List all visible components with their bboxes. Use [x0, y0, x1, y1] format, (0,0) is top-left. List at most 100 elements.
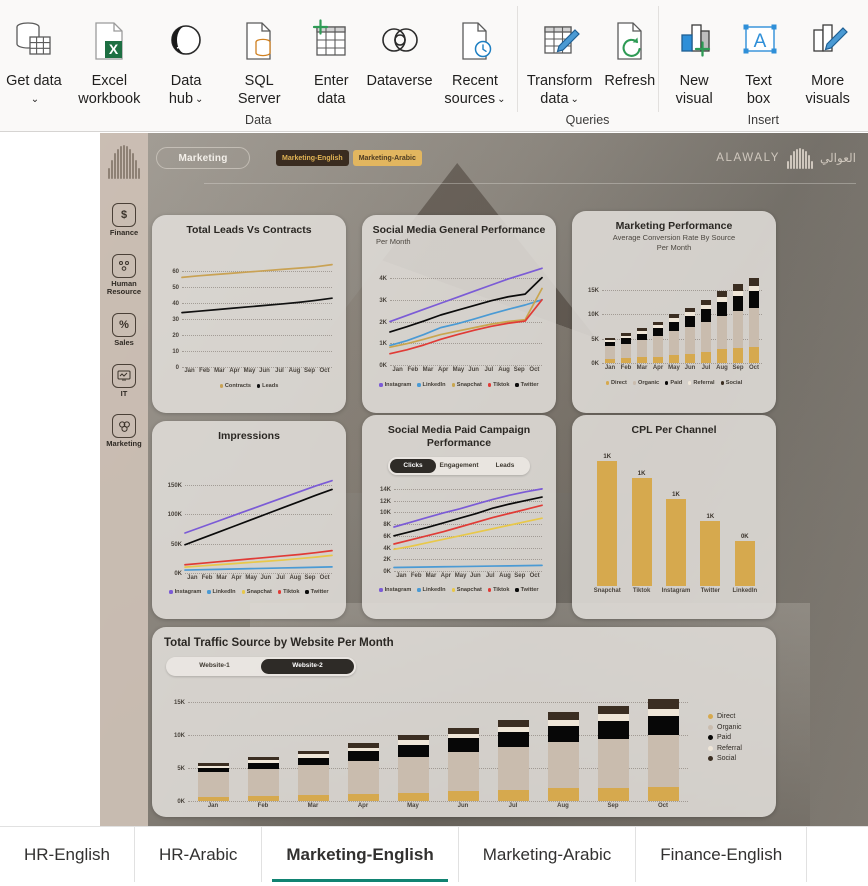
- card-social-media-paid-campaign[interactable]: Social Media Paid Campaign Performance C…: [362, 415, 556, 619]
- stacked-bar[interactable]: [397, 689, 429, 801]
- bar[interactable]: [700, 521, 721, 586]
- legend-item[interactable]: Twitter: [515, 587, 539, 593]
- sidebar-item-finance[interactable]: $ Finance: [101, 203, 147, 238]
- legend-item[interactable]: Twitter: [305, 589, 329, 595]
- sql-server-button[interactable]: SQL Server: [221, 8, 297, 111]
- legend-item[interactable]: Paid: [665, 380, 682, 386]
- legend-item[interactable]: Tiktok: [277, 589, 299, 595]
- bar[interactable]: [734, 541, 755, 586]
- sidebar-item-marketing[interactable]: Marketing: [101, 414, 147, 449]
- stacked-bar[interactable]: [497, 689, 529, 801]
- legend-item[interactable]: Instagram: [379, 587, 411, 593]
- tab-marketing-arabic[interactable]: Marketing-Arabic: [459, 827, 637, 882]
- segment-button[interactable]: Leads: [482, 459, 528, 473]
- legend-item[interactable]: Snapchat: [241, 589, 272, 595]
- bar-segment: [597, 787, 629, 801]
- sidebar-item-human-resource[interactable]: Human Resource: [101, 253, 147, 297]
- legend-item[interactable]: Contracts: [219, 383, 251, 389]
- bar[interactable]: [597, 461, 618, 586]
- new-visual-button[interactable]: New visual: [659, 8, 730, 111]
- report-header: Marketing Marketing-English Marketing-Ar…: [148, 133, 868, 195]
- legend-item[interactable]: Direct: [605, 380, 627, 386]
- transform-data-button[interactable]: Transform data ⌄: [517, 8, 601, 111]
- bar[interactable]: [666, 498, 686, 586]
- stacked-bar[interactable]: [447, 689, 479, 801]
- legend-item[interactable]: Tiktok: [487, 382, 509, 388]
- bar[interactable]: [631, 477, 652, 586]
- legend-item[interactable]: Leads: [256, 383, 278, 389]
- legend-item[interactable]: Referral: [688, 380, 715, 386]
- enter-data-button[interactable]: Enter data: [297, 8, 366, 111]
- legend-item[interactable]: LinkedIn: [207, 589, 236, 595]
- legend-item[interactable]: Referral: [708, 745, 742, 752]
- chevron-down-icon[interactable]: ⌄: [571, 94, 579, 107]
- stacked-bar[interactable]: [621, 273, 631, 363]
- paid-campaign-tab-group[interactable]: Clicks Engagement Leads: [388, 457, 530, 475]
- legend-item[interactable]: Snapchat: [451, 587, 482, 593]
- chevron-down-icon[interactable]: ⌄: [31, 94, 39, 107]
- recent-sources-button[interactable]: Recent sources ⌄: [433, 8, 516, 111]
- card-total-traffic-source[interactable]: Total Traffic Source by Website Per Mont…: [152, 627, 776, 817]
- tab-hr-english[interactable]: HR-English: [0, 827, 135, 882]
- segment-button[interactable]: Clicks: [390, 459, 436, 473]
- tab-finance-english[interactable]: Finance-English: [636, 827, 808, 882]
- data-hub-button[interactable]: Data hub ⌄: [151, 8, 222, 111]
- website-tab-group[interactable]: Website-1 Website-2: [166, 657, 356, 676]
- sidebar-item-sales[interactable]: % Sales: [101, 312, 147, 348]
- legend-item[interactable]: Snapchat: [451, 382, 482, 388]
- stacked-bar[interactable]: [297, 689, 329, 801]
- card-impressions[interactable]: Impressions 0K 50K 100K 150K Jan Feb Mar Apr Ma…: [152, 421, 346, 619]
- section-pill-marketing[interactable]: Marketing: [156, 147, 250, 169]
- refresh-button[interactable]: Refresh: [602, 8, 658, 92]
- legend-item[interactable]: Social: [708, 755, 742, 762]
- card-cpl-per-channel[interactable]: CPL Per Channel 1K 1K 1K 1K 0K Snapchat Tikto…: [572, 415, 776, 619]
- card-marketing-performance[interactable]: Marketing Performance Average Conversion…: [572, 211, 776, 413]
- tab-marketing-english[interactable]: Marketing-English: [262, 827, 459, 882]
- dataverse-button[interactable]: Dataverse: [366, 8, 434, 92]
- segment-button[interactable]: Engagement: [436, 459, 482, 473]
- sidebar-item-it[interactable]: IT: [101, 363, 147, 399]
- card-social-media-general-performance[interactable]: Social Media General Performance Per Mon…: [362, 215, 556, 413]
- text-box-button[interactable]: A Text box: [730, 8, 788, 111]
- stacked-bar[interactable]: [701, 273, 711, 363]
- stacked-bar[interactable]: [197, 689, 229, 801]
- legend-item[interactable]: LinkedIn: [417, 587, 446, 593]
- stacked-bar[interactable]: [647, 689, 679, 801]
- legend-item[interactable]: Tiktok: [487, 587, 509, 593]
- chevron-down-icon[interactable]: ⌄: [497, 94, 505, 107]
- card-total-leads-vs-contracts[interactable]: Total Leads Vs Contracts 0 10 20 30 40 50 60 J…: [152, 215, 346, 413]
- stacked-bar[interactable]: [247, 689, 279, 801]
- excel-workbook-button[interactable]: X Excel workbook: [68, 8, 151, 111]
- segment-button[interactable]: Website-1: [168, 659, 261, 674]
- lang-button-marketing-arabic[interactable]: Marketing-Arabic: [352, 150, 422, 166]
- stacked-bar[interactable]: [653, 273, 663, 363]
- lang-button-marketing-english[interactable]: Marketing-English: [276, 150, 349, 166]
- legend-item[interactable]: Social: [720, 380, 742, 386]
- get-data-button[interactable]: Get data ⌄: [0, 8, 68, 111]
- stacked-bar[interactable]: [685, 273, 695, 363]
- more-visuals-button[interactable]: More visuals: [787, 8, 868, 111]
- chevron-down-icon[interactable]: ⌄: [195, 94, 203, 107]
- segment-button[interactable]: Website-2: [261, 659, 354, 674]
- legend-item[interactable]: LinkedIn: [417, 382, 446, 388]
- stacked-bar[interactable]: [637, 273, 647, 363]
- legend-item[interactable]: Instagram: [379, 382, 411, 388]
- stacked-bar[interactable]: [717, 273, 727, 363]
- stacked-bar[interactable]: [347, 689, 379, 801]
- legend-item[interactable]: Paid: [708, 734, 742, 741]
- legend-item[interactable]: Organic: [632, 380, 659, 386]
- tab-hr-arabic[interactable]: HR-Arabic: [135, 827, 263, 882]
- legend-item[interactable]: Instagram: [169, 589, 201, 595]
- legend-item[interactable]: Organic: [708, 724, 742, 731]
- x-axis-tick-label: Apr: [357, 803, 369, 809]
- stacked-bar[interactable]: [749, 273, 759, 363]
- stacked-bar[interactable]: [605, 273, 615, 363]
- legend-item[interactable]: Direct: [708, 713, 742, 720]
- stacked-bar[interactable]: [733, 273, 743, 363]
- stacked-bar[interactable]: [597, 689, 629, 801]
- bar-segment: [197, 796, 229, 801]
- legend-item[interactable]: Twitter: [515, 382, 539, 388]
- stacked-bar[interactable]: [669, 273, 679, 363]
- chart-plot-area: 0 10 20 30 40 50 60: [172, 263, 333, 371]
- stacked-bar[interactable]: [547, 689, 579, 801]
